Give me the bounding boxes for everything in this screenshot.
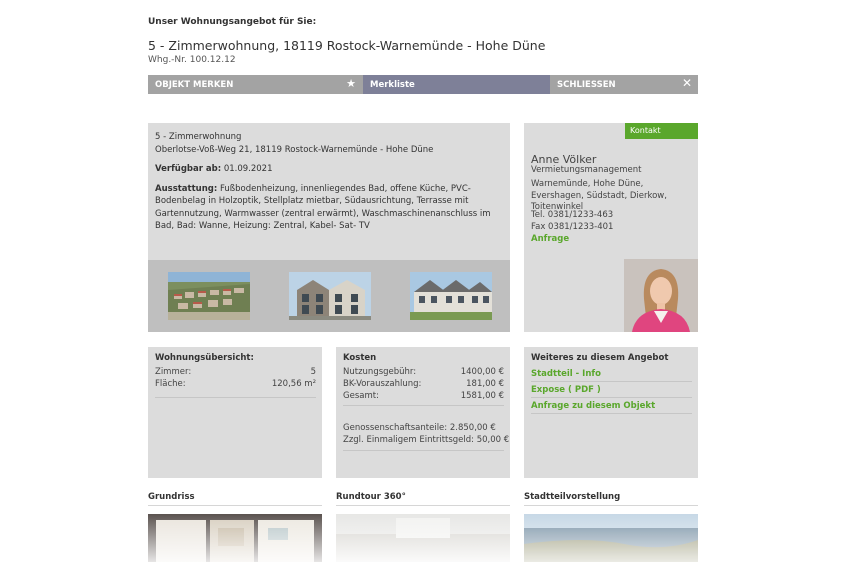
- gallery-thumb-rowhouses[interactable]: [410, 272, 492, 320]
- district-heading: Stadtteilvorstellung: [524, 492, 621, 502]
- equipment: Ausstattung: Fußbodenheizung, innenliege…: [155, 183, 505, 233]
- divider: [343, 405, 504, 406]
- divider: [531, 413, 692, 414]
- divider: [524, 505, 698, 506]
- close-icon: ✕: [681, 76, 692, 90]
- photo-gallery: [148, 260, 510, 332]
- contact-role: Vermietungsmanagement: [531, 165, 642, 175]
- availability: Verfügbar ab: 01.09.2021: [155, 163, 505, 176]
- area-label: Fläche:: [155, 379, 186, 389]
- shares-text: Genossenschaftsanteile: 2.850,00 €: [343, 423, 496, 433]
- equipment-label: Ausstattung:: [155, 183, 218, 194]
- contact-districts: Warnemünde, Hohe Düne, Evershagen, Südst…: [531, 179, 667, 212]
- intro-heading: Unser Wohnungsangebot für Sie:: [148, 17, 317, 27]
- more-card: Weiteres zu diesem Angebot Stadtteil - I…: [524, 347, 698, 478]
- rooms-row: Zimmer: 5: [155, 367, 316, 377]
- apartment-address: Oberlotse-Voß-Weg 21, 18119 Rostock-Warn…: [155, 144, 434, 155]
- floorplan-heading: Grundriss: [148, 492, 195, 502]
- bk-label: BK-Vorauszahlung:: [343, 379, 422, 389]
- total-value: 1581,00 €: [460, 391, 504, 401]
- apartment-details-panel: 5 - Zimmerwohnung Oberlotse-Voß-Weg 21, …: [148, 123, 510, 332]
- gallery-thumb-building[interactable]: [289, 272, 371, 320]
- object-inquiry-link[interactable]: Anfrage zu diesem Objekt: [531, 401, 655, 411]
- overview-title: Wohnungsübersicht:: [155, 353, 254, 363]
- watchlist-label: Merkliste: [370, 79, 415, 90]
- usage-fee-label: Nutzungsgebühr:: [343, 367, 417, 377]
- expose-pdf-link[interactable]: Expose ( PDF ): [531, 385, 601, 395]
- action-toolbar: OBJEKT MERKEN ★ Merkliste SCHLIESSEN ✕: [148, 75, 698, 94]
- availability-value: 01.09.2021: [223, 164, 273, 174]
- contact-fax: Fax 0381/1233-401: [531, 221, 614, 232]
- contact-panel: Kontakt Anne Völker Vermietungsmanagemen…: [524, 123, 698, 332]
- area-row: Fläche: 120,56 m²: [155, 379, 316, 389]
- district-info-link[interactable]: Stadtteil - Info: [531, 369, 601, 379]
- close-button[interactable]: SCHLIESSEN ✕: [550, 75, 698, 94]
- costs-title: Kosten: [343, 353, 377, 363]
- tour-360-image[interactable]: [336, 514, 510, 562]
- gallery-thumb-aerial[interactable]: [168, 272, 250, 320]
- tour-heading: Rundtour 360°: [336, 492, 406, 502]
- close-label: SCHLIESSEN: [557, 79, 616, 90]
- divider: [531, 381, 692, 382]
- contact-phone: Tel. 0381/1233-463: [531, 210, 614, 220]
- divider: [343, 450, 504, 451]
- apartment-type: 5 - Zimmerwohnung: [155, 132, 242, 142]
- page-title: 5 - Zimmerwohnung, 18119 Rostock-Warnemü…: [148, 38, 546, 53]
- rooms-label: Zimmer:: [155, 367, 192, 377]
- availability-label: Verfügbar ab:: [155, 164, 222, 174]
- bk-row: BK-Vorauszahlung: 181,00 €: [343, 379, 504, 389]
- total-label: Gesamt:: [343, 391, 379, 401]
- usage-fee-row: Nutzungsgebühr: 1400,00 €: [343, 367, 504, 377]
- divider: [336, 505, 510, 506]
- divider: [531, 397, 692, 398]
- floorplan-image[interactable]: [148, 514, 322, 562]
- bk-value: 181,00 €: [466, 379, 504, 389]
- contact-phone-block: Tel. 0381/1233-463 Fax 0381/1233-401: [531, 210, 613, 233]
- entry-fee-text: Zzgl. Einmaligem Eintrittsgeld: 50,00 €: [343, 435, 510, 445]
- contact-tag: Kontakt: [625, 123, 698, 139]
- area-value: 120,56 m²: [271, 379, 316, 389]
- bookmark-label: OBJEKT MERKEN: [155, 79, 234, 90]
- total-row: Gesamt: 1581,00 €: [343, 391, 504, 401]
- contact-inquiry-link[interactable]: Anfrage: [531, 234, 569, 244]
- apartment-number: Whg.-Nr. 100.12.12: [148, 55, 236, 65]
- divider: [155, 397, 316, 398]
- star-icon: ★: [346, 77, 356, 90]
- rooms-value: 5: [310, 367, 316, 377]
- district-image[interactable]: [524, 514, 698, 562]
- overview-card: Wohnungsübersicht: Zimmer: 5 Fläche: 120…: [148, 347, 322, 478]
- contact-avatar: [624, 259, 698, 332]
- costs-card: Kosten Nutzungsgebühr: 1400,00 € BK-Vora…: [336, 347, 510, 478]
- bookmark-object-button[interactable]: OBJEKT MERKEN ★: [148, 75, 363, 94]
- usage-fee-value: 1400,00 €: [460, 367, 504, 377]
- more-title: Weiteres zu diesem Angebot: [531, 353, 669, 363]
- watchlist-button[interactable]: Merkliste: [363, 75, 550, 94]
- divider: [148, 505, 322, 506]
